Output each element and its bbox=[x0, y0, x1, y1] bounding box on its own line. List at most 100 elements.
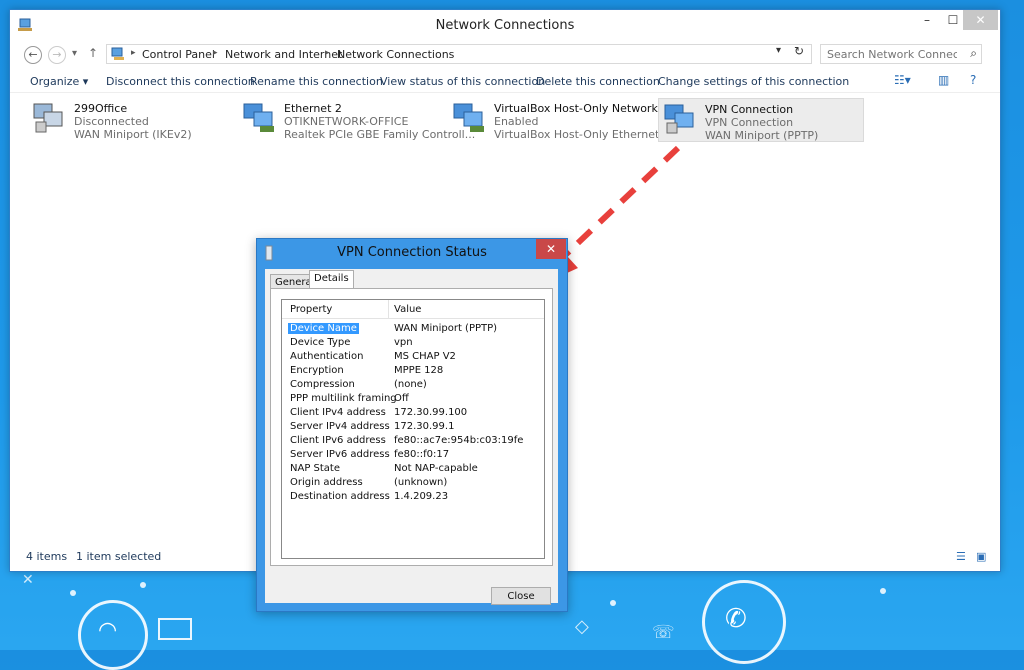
vpn-adapter-icon bbox=[664, 104, 694, 134]
connection-name: VPN Connection bbox=[705, 103, 794, 116]
row-property: Destination address bbox=[290, 491, 390, 502]
view-status-button[interactable]: View status of this connection bbox=[380, 75, 545, 88]
list-row[interactable]: Device Type vpn bbox=[282, 336, 544, 350]
address-bar[interactable]: ▸ Control Panel ▸ Network and Internet ▸… bbox=[106, 44, 812, 64]
header-property[interactable]: Property bbox=[290, 304, 332, 315]
breadcrumb-control-panel[interactable]: Control Panel bbox=[142, 48, 215, 61]
list-row[interactable]: Authentication MS CHAP V2 bbox=[282, 350, 544, 364]
preview-pane-icon[interactable]: ▥ bbox=[938, 73, 949, 87]
header-divider bbox=[388, 300, 389, 318]
breadcrumb-arrow-icon: ▸ bbox=[131, 48, 136, 58]
forward-button[interactable]: → bbox=[48, 46, 66, 64]
decor-dot bbox=[880, 588, 886, 594]
search-input[interactable] bbox=[825, 47, 959, 62]
list-row[interactable]: Client IPv4 address 172.30.99.100 bbox=[282, 406, 544, 420]
list-row[interactable]: Encryption MPPE 128 bbox=[282, 364, 544, 378]
decor-dot bbox=[140, 582, 146, 588]
row-property: Server IPv4 address bbox=[290, 421, 390, 432]
row-value: fe80::ac7e:954b:c03:19fe bbox=[394, 435, 524, 446]
up-icon[interactable]: ↑ bbox=[88, 46, 98, 60]
dialog-title: VPN Connection Status bbox=[337, 245, 487, 260]
list-row[interactable]: Origin address (unknown) bbox=[282, 476, 544, 490]
window-title: Network Connections bbox=[435, 18, 575, 33]
row-value: fe80::f0:17 bbox=[394, 449, 450, 460]
tab-details[interactable]: Details bbox=[309, 270, 354, 290]
minimize-button[interactable]: – bbox=[913, 10, 941, 30]
phone-icon: ☏ bbox=[652, 622, 675, 643]
connection-name: 299Office bbox=[74, 102, 128, 115]
connection-name: Ethernet 2 bbox=[284, 102, 342, 115]
rename-button[interactable]: Rename this connection bbox=[250, 75, 383, 88]
row-property: Encryption bbox=[290, 365, 344, 376]
row-property: Client IPv6 address bbox=[290, 435, 386, 446]
connection-item-vpn[interactable]: VPN Connection VPN Connection WAN Minipo… bbox=[658, 98, 864, 142]
vpn-status-dialog: VPN Connection Status ✕ General Details … bbox=[256, 238, 568, 612]
dialog-close-button[interactable]: ✕ bbox=[536, 239, 566, 259]
control-panel-icon bbox=[111, 47, 124, 60]
recent-dropdown-icon[interactable]: ▾ bbox=[72, 48, 77, 59]
change-view-icon[interactable]: ☷▾ bbox=[894, 73, 911, 87]
satellite-icon: ✆ bbox=[725, 604, 747, 634]
row-value: MPPE 128 bbox=[394, 365, 444, 376]
connection-name: VirtualBox Host-Only Network bbox=[494, 102, 658, 115]
breadcrumb-arrow-icon: ▸ bbox=[325, 48, 330, 58]
row-property: Server IPv6 address bbox=[290, 449, 390, 460]
row-value: Not NAP-capable bbox=[394, 463, 478, 474]
breadcrumb-arrow-icon: ▸ bbox=[213, 48, 218, 58]
row-value: Off bbox=[394, 393, 409, 404]
row-property: Origin address bbox=[290, 477, 363, 488]
title-bar: Network Connections – ☐ ✕ bbox=[10, 10, 1000, 40]
connection-item-299office[interactable]: 299Office Disconnected WAN Miniport (IKE… bbox=[28, 98, 234, 142]
list-row[interactable]: Client IPv6 address fe80::ac7e:954b:c03:1… bbox=[282, 434, 544, 448]
change-settings-button[interactable]: Change settings of this connection bbox=[658, 75, 849, 88]
help-icon[interactable]: ? bbox=[970, 73, 976, 87]
connection-item-ethernet-2[interactable]: Ethernet 2 OTIKNETWORK-OFFICE Realtek PC… bbox=[238, 98, 475, 142]
close-button[interactable]: ✕ bbox=[963, 10, 998, 30]
network-adapter-icon bbox=[33, 103, 63, 133]
command-bar: Organize ▾ Disconnect this connection Re… bbox=[10, 70, 1000, 93]
row-property: Compression bbox=[290, 379, 355, 390]
list-row[interactable]: Device Name WAN Miniport (PPTP) bbox=[282, 322, 544, 336]
organize-menu[interactable]: Organize ▾ bbox=[30, 75, 88, 88]
list-row[interactable]: NAP State Not NAP-capable bbox=[282, 462, 544, 476]
connection-item-virtualbox[interactable]: VirtualBox Host-Only Network Enabled Vir… bbox=[448, 98, 688, 142]
delete-button[interactable]: Delete this connection bbox=[536, 75, 660, 88]
wifi-icon: ◠ bbox=[98, 618, 118, 643]
details-panel: Property Value Device Name WAN Miniport (… bbox=[270, 288, 553, 566]
connections-list: 299Office Disconnected WAN Miniport (IKE… bbox=[10, 98, 1000, 158]
row-property: Client IPv4 address bbox=[290, 407, 386, 418]
connection-status: OTIKNETWORK-OFFICE bbox=[284, 115, 409, 128]
list-row[interactable]: Compression (none) bbox=[282, 378, 544, 392]
back-button[interactable]: ← bbox=[24, 46, 42, 64]
decor-dot bbox=[70, 590, 76, 596]
details-view-icon[interactable]: ☰ bbox=[956, 550, 966, 563]
dialog-body: General Details Property Value Device Na… bbox=[265, 269, 558, 605]
disconnect-button[interactable]: Disconnect this connection bbox=[106, 75, 255, 88]
search-icon[interactable]: ⌕ bbox=[970, 46, 977, 61]
row-value: 172.30.99.100 bbox=[394, 407, 468, 418]
connection-device: WAN Miniport (IKEv2) bbox=[74, 128, 192, 141]
refresh-icon[interactable]: ↻ bbox=[794, 44, 804, 58]
breadcrumb-network-connections[interactable]: Network Connections bbox=[337, 48, 454, 61]
header-value[interactable]: Value bbox=[394, 304, 421, 315]
virtual-adapter-icon bbox=[453, 103, 484, 132]
row-value: 172.30.99.1 bbox=[394, 421, 455, 432]
dialog-close-action-button[interactable]: Close bbox=[491, 587, 551, 605]
row-property: Device Name bbox=[288, 323, 359, 334]
ethernet-adapter-icon bbox=[243, 103, 274, 132]
large-icons-view-icon[interactable]: ▣ bbox=[976, 550, 986, 563]
search-box[interactable]: ⌕ bbox=[820, 44, 982, 64]
decor-dot bbox=[610, 600, 616, 606]
address-row: ← → ▾ ↑ ▸ Control Panel ▸ Network and In… bbox=[10, 43, 1000, 67]
connection-status: Disconnected bbox=[74, 115, 149, 128]
list-row[interactable]: PPP multilink framing Off bbox=[282, 392, 544, 406]
row-property: Device Type bbox=[290, 337, 351, 348]
connection-device: Realtek PCIe GBE Family Controll... bbox=[284, 128, 476, 141]
address-dropdown-icon[interactable]: ▾ bbox=[776, 45, 781, 56]
details-list[interactable]: Property Value Device Name WAN Miniport (… bbox=[281, 299, 545, 559]
row-value: (none) bbox=[394, 379, 427, 390]
list-row[interactable]: Destination address 1.4.209.23 bbox=[282, 490, 544, 504]
list-row[interactable]: Server IPv4 address 172.30.99.1 bbox=[282, 420, 544, 434]
connection-status: VPN Connection bbox=[705, 116, 794, 129]
list-row[interactable]: Server IPv6 address fe80::f0:17 bbox=[282, 448, 544, 462]
